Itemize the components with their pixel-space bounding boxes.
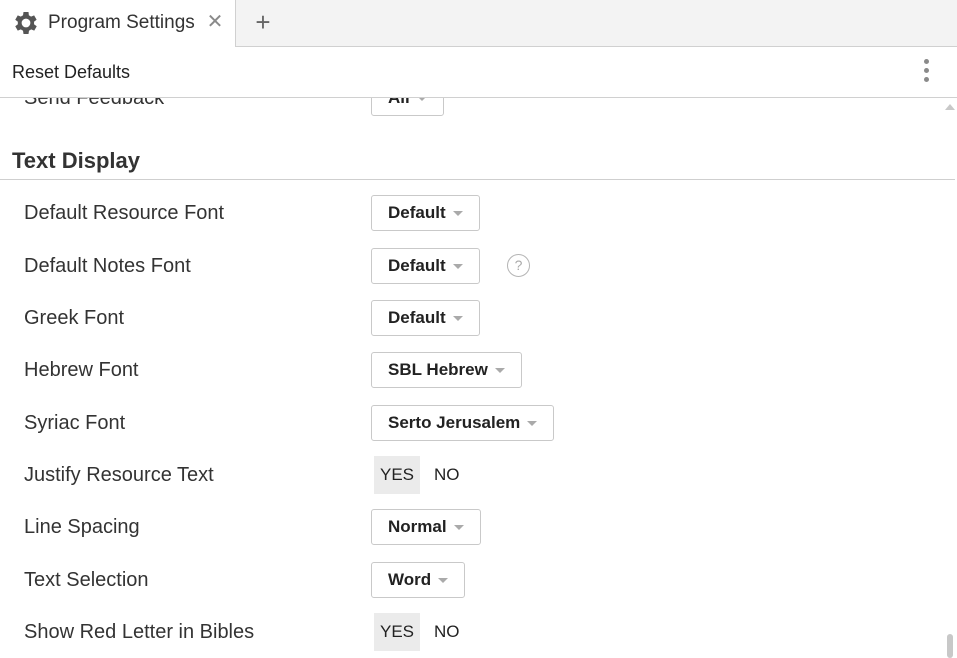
justify-resource-text-toggle: YES NO (374, 456, 467, 494)
setting-label: Line Spacing (24, 516, 140, 538)
setting-row-default-notes-font: Default Notes Font Default ? (0, 246, 943, 286)
setting-row-send-feedback: Send Feedback All (0, 98, 943, 118)
scrollbar[interactable] (943, 98, 957, 658)
chevron-down-icon (494, 368, 505, 374)
setting-row-default-resource-font: Default Resource Font Default (0, 193, 943, 233)
toggle-yes-button[interactable]: YES (374, 613, 421, 651)
help-icon[interactable]: ? (507, 254, 530, 277)
setting-label: Default Resource Font (24, 202, 225, 224)
more-vertical-icon[interactable] (921, 59, 931, 85)
settings-panel: Send Feedback All Text Display Default R… (0, 98, 957, 658)
section-title: Text Display (12, 148, 140, 173)
setting-row-show-red-letter: Show Red Letter in Bibles YES NO (0, 612, 943, 652)
chevron-down-icon (453, 525, 464, 531)
reset-defaults-button[interactable]: Reset Defaults (12, 62, 130, 83)
greek-font-dropdown[interactable]: Default (371, 300, 480, 336)
dropdown-value: Serto Jerusalem (388, 413, 521, 432)
hebrew-font-dropdown[interactable]: SBL Hebrew (371, 352, 522, 388)
chevron-down-icon (527, 421, 538, 427)
setting-row-justify-resource-text: Justify Resource Text YES NO (0, 455, 943, 495)
chevron-down-icon (452, 264, 463, 270)
dropdown-value: Default (388, 203, 446, 222)
dropdown-value: Word (388, 570, 432, 589)
tab-bar: Program Settings ✕ + (0, 0, 957, 47)
chevron-down-icon (438, 578, 449, 584)
setting-row-syriac-font: Syriac Font Serto Jerusalem (0, 403, 943, 443)
setting-row-line-spacing: Line Spacing Normal (0, 507, 943, 547)
toggle-yes-button[interactable]: YES (374, 456, 421, 494)
close-icon[interactable]: ✕ (205, 11, 225, 33)
dropdown-value: Normal (388, 517, 447, 536)
default-resource-font-dropdown[interactable]: Default (371, 195, 480, 231)
scroll-up-arrow-icon[interactable] (945, 104, 955, 110)
toggle-no-button[interactable]: NO (427, 613, 467, 651)
dropdown-value: Default (388, 308, 446, 327)
tab-program-settings[interactable]: Program Settings ✕ (0, 0, 236, 47)
chevron-down-icon (416, 98, 427, 102)
setting-label: Syriac Font (24, 412, 126, 434)
setting-row-text-selection: Text Selection Word (0, 560, 943, 600)
setting-label: Send Feedback (24, 98, 165, 109)
setting-label: Greek Font (24, 307, 125, 329)
section-divider (0, 179, 955, 180)
chevron-down-icon (452, 316, 463, 322)
text-selection-dropdown[interactable]: Word (371, 562, 466, 598)
show-red-letter-toggle: YES NO (374, 613, 467, 651)
setting-label: Default Notes Font (24, 255, 191, 277)
setting-label: Text Selection (24, 569, 149, 591)
tab-title: Program Settings (48, 12, 195, 33)
dropdown-value: Default (388, 256, 446, 275)
send-feedback-dropdown[interactable]: All (371, 98, 444, 116)
syriac-font-dropdown[interactable]: Serto Jerusalem (371, 405, 555, 441)
setting-label: Hebrew Font (24, 359, 139, 381)
new-tab-button[interactable]: + (250, 8, 276, 36)
setting-label: Justify Resource Text (24, 464, 214, 486)
gear-icon (15, 12, 37, 34)
scrollbar-thumb[interactable] (947, 634, 953, 658)
chevron-down-icon (452, 211, 463, 217)
dropdown-value: All (388, 98, 410, 107)
setting-label: Show Red Letter in Bibles (24, 621, 255, 643)
setting-row-greek-font: Greek Font Default (0, 298, 943, 338)
line-spacing-dropdown[interactable]: Normal (371, 509, 481, 545)
toolbar: Reset Defaults (0, 47, 957, 98)
setting-row-hebrew-font: Hebrew Font SBL Hebrew (0, 350, 943, 390)
dropdown-value: SBL Hebrew (388, 360, 488, 379)
toggle-no-button[interactable]: NO (427, 456, 467, 494)
default-notes-font-dropdown[interactable]: Default (371, 248, 480, 284)
